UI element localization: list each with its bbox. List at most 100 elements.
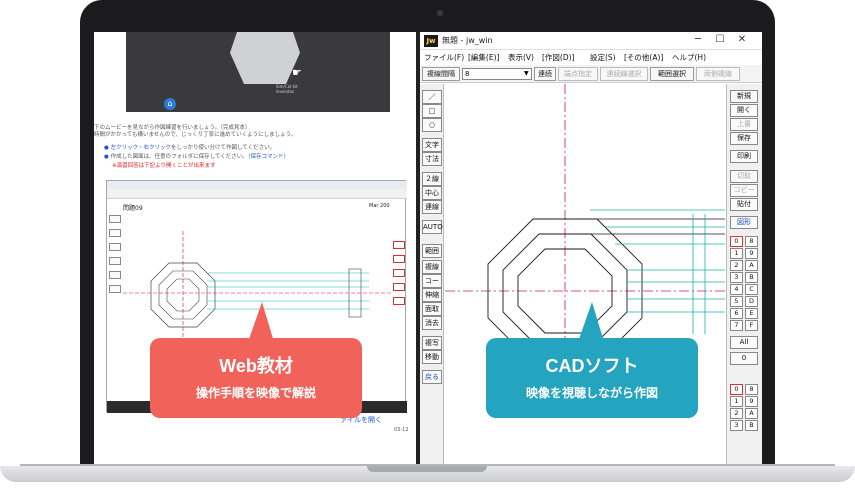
- layer-3[interactable]: 3: [730, 420, 743, 431]
- menu-file[interactable]: ファイル(F): [424, 52, 464, 63]
- auto-button[interactable]: AUTO: [422, 220, 443, 234]
- embed-titlebar: [107, 181, 407, 189]
- open-file-button[interactable]: 開く: [730, 104, 758, 117]
- menu-help[interactable]: ヘルプ(H): [672, 52, 706, 63]
- offset-mode-button[interactable]: 複線間隔: [422, 67, 460, 81]
- print-button[interactable]: 印刷: [730, 150, 758, 163]
- layer-A[interactable]: A: [745, 408, 758, 419]
- menu-other[interactable]: [その他(A)]: [624, 52, 663, 63]
- trim-button[interactable]: 伸縮: [422, 288, 442, 302]
- endpoint-button[interactable]: 端点指定: [558, 67, 598, 81]
- both-sides-button[interactable]: 両側複線: [696, 67, 740, 81]
- embed-right-tool: [393, 269, 405, 277]
- layer-group-7[interactable]: 7: [730, 320, 743, 331]
- embed-scale: Mar 200: [369, 203, 390, 209]
- new-file-button[interactable]: 新規: [730, 90, 758, 103]
- laptop-notch: [367, 466, 487, 472]
- layer-2[interactable]: 2: [730, 408, 743, 419]
- layer-group-D[interactable]: D: [745, 296, 758, 307]
- layer-group-2[interactable]: 2: [730, 260, 743, 271]
- bullet-2-text: 作成した図面は、任意のフォルダに保存してください。（: [110, 154, 251, 160]
- connect-line-button[interactable]: 連線: [422, 200, 442, 214]
- web-material-callout: Web教材 操作手順を映像で解説: [150, 338, 362, 418]
- layer-group-C[interactable]: C: [745, 284, 758, 295]
- chamfer-button[interactable]: 面取: [422, 302, 442, 316]
- minimize-icon[interactable]: ─: [688, 34, 708, 45]
- layer-group-9[interactable]: 9: [745, 248, 758, 259]
- save-button[interactable]: 保存: [730, 132, 758, 145]
- embed-left-tool: [109, 285, 121, 293]
- circle-tool-button[interactable]: ○: [422, 118, 442, 132]
- close-icon[interactable]: ✕: [732, 34, 752, 45]
- copy-clip-button[interactable]: コピー: [730, 184, 758, 197]
- copy-button[interactable]: 複写: [422, 336, 442, 350]
- layer-group-A[interactable]: A: [745, 260, 758, 271]
- double-line-button[interactable]: ２線: [422, 172, 442, 186]
- home-icon[interactable]: ⌂: [164, 98, 176, 110]
- layer-group-E[interactable]: E: [745, 308, 758, 319]
- click-link[interactable]: 左クリック・右クリック: [111, 145, 171, 151]
- right-callout-pointer: [578, 302, 604, 342]
- layer-group-B[interactable]: B: [745, 272, 758, 283]
- erase-button[interactable]: 消去: [422, 316, 442, 330]
- shape-button[interactable]: 図形: [730, 216, 758, 229]
- range-select-button[interactable]: 範囲選択: [650, 67, 694, 81]
- footer-date: 03-12: [394, 427, 409, 433]
- layer-group-0[interactable]: 0: [730, 236, 743, 247]
- layer-8[interactable]: 8: [745, 384, 758, 395]
- rect-tool-button[interactable]: □: [422, 104, 442, 118]
- embed-left-tool: [109, 215, 121, 223]
- embed-left-tool: [109, 271, 121, 279]
- right-toolbox: 新規 開く 上書 保存 印刷 切取 コピー 貼付 図形 0 8 1 9 2 A …: [726, 84, 762, 464]
- layer-group-3[interactable]: 3: [730, 272, 743, 283]
- paste-button[interactable]: 貼付: [730, 198, 758, 211]
- combo-dropdown-icon[interactable]: ▼: [524, 70, 529, 77]
- overwrite-button[interactable]: 上書: [730, 118, 758, 131]
- maximize-icon[interactable]: ☐: [710, 34, 730, 45]
- menu-view[interactable]: 表示(V): [508, 52, 534, 63]
- intro-line-1: 下のムービーを見ながら作図練習を行いましょう。（完成見本）: [94, 125, 251, 131]
- range-button[interactable]: 範囲: [422, 244, 442, 258]
- offset-distance-combo[interactable]: 8: [462, 68, 532, 80]
- layer-group-5[interactable]: 5: [730, 296, 743, 307]
- bullet-1: ● 左クリック・右クリックをしっかり使い分けて作図してください。: [104, 145, 404, 152]
- layer-group-F[interactable]: F: [745, 320, 758, 331]
- text-tool-button[interactable]: 文字: [422, 138, 442, 152]
- menu-edit[interactable]: [編集(E)]: [468, 52, 499, 63]
- move-button[interactable]: 移動: [422, 350, 442, 364]
- offset-button[interactable]: 複線: [422, 260, 442, 274]
- renzoku-button[interactable]: 連続: [534, 67, 556, 81]
- cut-button[interactable]: 切取: [730, 170, 758, 183]
- layer-group-4[interactable]: 4: [730, 284, 743, 295]
- left-callout-pointer: [248, 302, 274, 342]
- answer-note: ※演習回答は下記より開くことが出来ます: [112, 163, 216, 169]
- menu-draw[interactable]: [作図(D)]: [542, 52, 574, 63]
- embed-toolbar: [107, 189, 407, 199]
- video-player[interactable]: ☛ Sim/Cal-kit levendas ⌂: [126, 32, 390, 112]
- layer-1[interactable]: 1: [730, 396, 743, 407]
- video-caption: Sim/Cal-kit levendas: [276, 84, 298, 94]
- layer-B[interactable]: B: [745, 420, 758, 431]
- dimension-tool-button[interactable]: 寸法: [422, 152, 442, 166]
- all-layers-button[interactable]: All: [730, 336, 758, 349]
- open-file-link[interactable]: ァイルを開く: [340, 417, 382, 424]
- jw-menubar: ファイル(F) [編集(E)] 表示(V) [作図(D)] 設定(S) [その他…: [420, 50, 762, 64]
- layer-zero-button[interactable]: 0: [730, 352, 758, 365]
- bullet-2: ● 作成した図面は、任意のフォルダに保存してください。（保存コマンド）: [104, 154, 404, 161]
- menu-settings[interactable]: 設定(S): [590, 52, 616, 63]
- layer-9[interactable]: 9: [745, 396, 758, 407]
- layer-group-8[interactable]: 8: [745, 236, 758, 247]
- corner-button[interactable]: コーナー: [422, 274, 442, 297]
- jw-logo-icon: Jw: [424, 35, 438, 47]
- center-line-button[interactable]: 中心線: [422, 186, 442, 209]
- embed-left-tool: [109, 229, 121, 237]
- continuous-select-button[interactable]: 連続線選択: [600, 67, 648, 81]
- line-tool-button[interactable]: ／: [422, 90, 442, 104]
- embed-left-tool: [109, 257, 121, 265]
- undo-button[interactable]: 戻る: [422, 370, 442, 384]
- embed-right-tool: [393, 297, 405, 305]
- save-command-link[interactable]: 保存コマンド: [251, 154, 284, 160]
- layer-group-6[interactable]: 6: [730, 308, 743, 319]
- layer-0[interactable]: 0: [730, 384, 743, 395]
- layer-group-1[interactable]: 1: [730, 248, 743, 259]
